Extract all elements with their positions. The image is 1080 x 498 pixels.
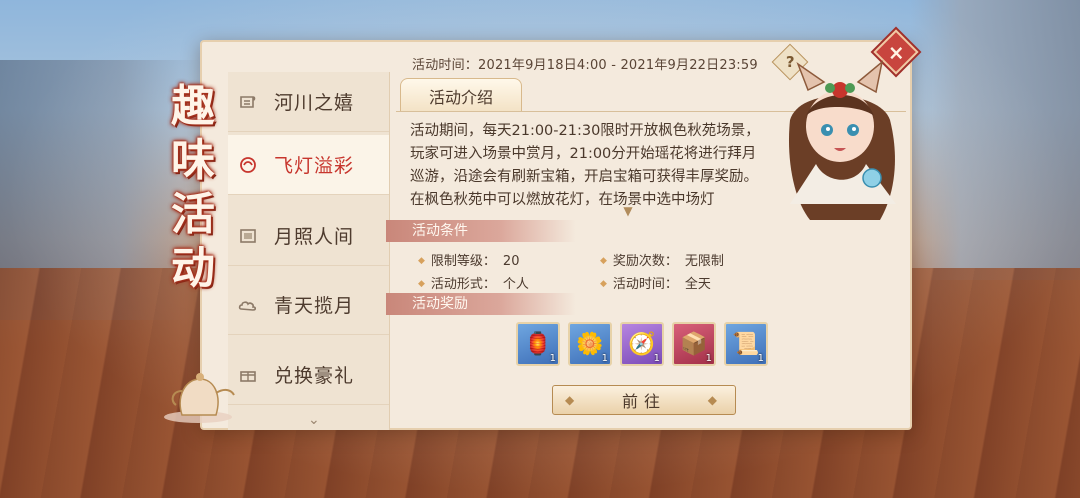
lantern-item-icon: 🏮 [524, 331, 552, 357]
sidebar-item-river-play[interactable]: 河川之嬉 [228, 72, 389, 132]
scroll-item-icon: 📜 [732, 331, 760, 357]
lantern-icon [238, 155, 258, 175]
activity-sidebar: 河川之嬉 飞灯溢彩 月照人间 青天揽月 兑换豪礼 [228, 72, 390, 430]
activity-description: 活动期间，每天21:00-21:30限时开放枫色秋苑场景，玩家可进入场景中赏月，… [410, 123, 760, 208]
chest-item-icon: 📦 [680, 331, 708, 357]
diamond-bullet-icon: ◆ [418, 279, 425, 289]
reward-item-scroll[interactable]: 📜 1 [724, 322, 768, 366]
item-count: 1 [705, 353, 712, 364]
title-char: 趣 [171, 81, 215, 132]
event-time-text: 活动时间：2021年9月18日4:00 - 2021年9月22日23:59 [412, 58, 758, 73]
sidebar-item-label: 月照人间 [274, 226, 355, 248]
reward-list: 🏮 1 🌼 1 🧭 1 📦 1 📜 1 [516, 322, 768, 368]
tab-activity-intro[interactable]: 活动介绍 [400, 78, 522, 112]
flower-item-icon: 🌼 [576, 331, 604, 357]
close-icon: × [887, 39, 905, 64]
sidebar-item-sky-moon[interactable]: 青天揽月 [228, 275, 389, 335]
sidebar-item-moonlight[interactable]: 月照人间 [228, 206, 389, 266]
rewards-header: 活动奖励 [386, 293, 576, 315]
scroll-icon [238, 92, 258, 112]
condition-time: ◆ 活动时间： 全天 [600, 277, 711, 292]
condition-reward-count: ◆ 奖励次数： 无限制 [600, 254, 724, 269]
sidebar-item-exchange-gifts[interactable]: 兑换豪礼 [228, 345, 389, 405]
sidebar-item-flying-lanterns[interactable]: 飞灯溢彩 [228, 135, 389, 195]
diamond-bullet-icon: ◆ [600, 256, 607, 266]
teapot-decoration [160, 355, 240, 425]
item-count: 1 [549, 353, 556, 364]
title-char: 动 [171, 243, 215, 294]
frame-icon [238, 226, 258, 246]
feature-title: 趣 味 活 动 [158, 80, 228, 310]
diamond-bullet-icon: ◆ [600, 279, 607, 289]
title-char: 味 [171, 135, 215, 186]
ornament-icon: ◆ [565, 393, 581, 407]
reward-item-flower[interactable]: 🌼 1 [568, 322, 612, 366]
reward-item-lantern[interactable]: 🏮 1 [516, 322, 560, 366]
sidebar-item-label: 青天揽月 [274, 295, 355, 317]
gift-icon [238, 365, 258, 385]
chevron-down-icon[interactable]: ⌄ [308, 412, 320, 428]
compass-item-icon: 🧭 [628, 331, 656, 357]
ornament-icon: ◆ [707, 393, 723, 407]
condition-format: ◆ 活动形式： 个人 [418, 277, 529, 292]
sidebar-item-label: 兑换豪礼 [274, 365, 355, 387]
go-button-label: 前往 [621, 392, 666, 411]
title-char: 活 [171, 189, 215, 240]
reward-item-compass[interactable]: 🧭 1 [620, 322, 664, 366]
item-count: 1 [653, 353, 660, 364]
cloud-icon [238, 295, 258, 315]
conditions-header: 活动条件 [386, 220, 576, 242]
item-count: 1 [601, 353, 608, 364]
item-count: 1 [757, 353, 764, 364]
scroll-down-icon[interactable]: ▼ [618, 205, 638, 217]
reward-item-chest[interactable]: 📦 1 [672, 322, 716, 366]
diamond-bullet-icon: ◆ [418, 256, 425, 266]
sidebar-item-label: 飞灯溢彩 [274, 155, 355, 177]
fox-girl-character [760, 60, 920, 230]
sidebar-item-label: 河川之嬉 [274, 92, 355, 114]
go-button[interactable]: ◆ 前往 ◆ [552, 385, 736, 415]
condition-level: ◆ 限制等级： 20 [418, 254, 520, 269]
